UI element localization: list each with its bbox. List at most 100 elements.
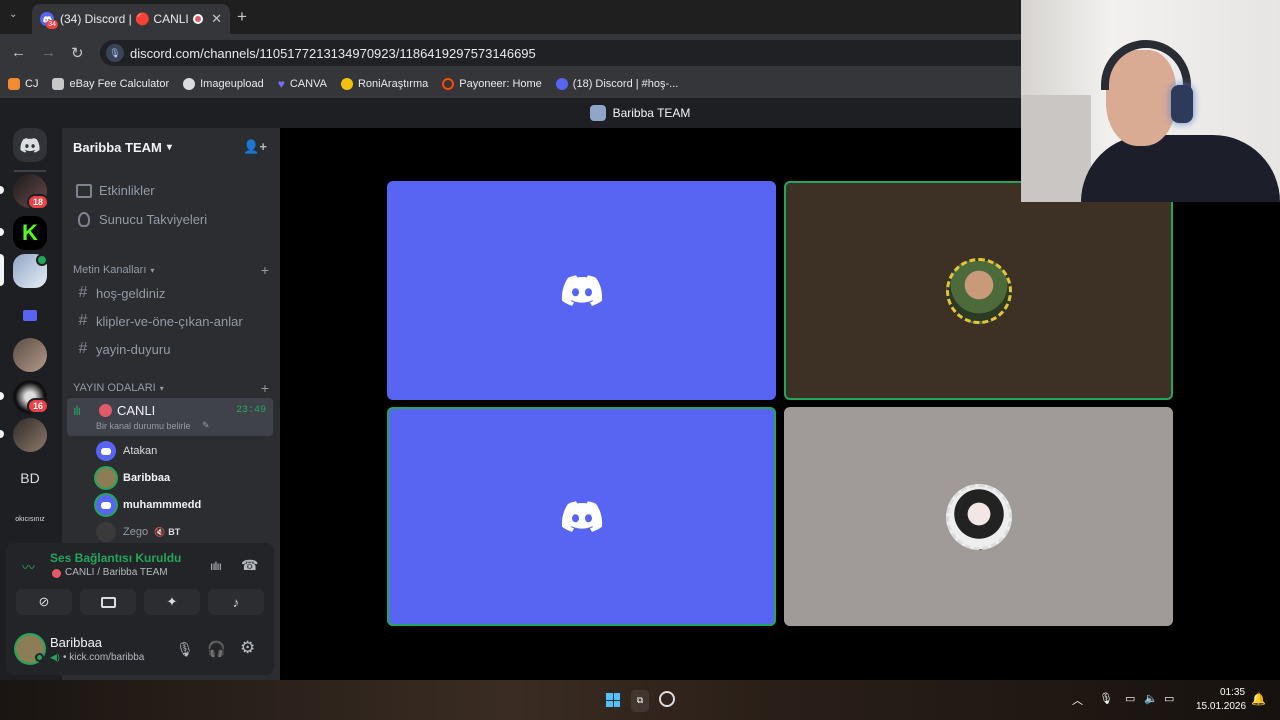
voice-status[interactable]: Ses Bağlantısı Kuruldu bbox=[50, 551, 181, 565]
window-title: Baribba TEAM bbox=[612, 106, 691, 120]
tab-search-icon[interactable]: ⌄ bbox=[9, 9, 17, 20]
notification-icon[interactable]: 🔔 bbox=[1251, 692, 1266, 706]
add-channel-icon[interactable]: + bbox=[261, 262, 269, 278]
camera-off-icon: ⊘ bbox=[38, 594, 50, 609]
add-channel-icon[interactable]: + bbox=[261, 380, 269, 396]
category-text-channels[interactable]: Metin Kanalları ▾ + bbox=[73, 262, 269, 278]
task-view-icon[interactable]: ⧉ bbox=[631, 690, 649, 712]
user-status-text: • kick.com/baribba bbox=[63, 652, 145, 663]
site-info-icon[interactable]: 🎙 bbox=[106, 44, 124, 62]
settings-gear-icon[interactable]: ⚙ bbox=[240, 638, 255, 658]
voice-channel-canli[interactable]: ılı CANLI 23:49 Bir kanal durumu belirle… bbox=[67, 398, 273, 436]
close-tab-icon[interactable]: ✕ bbox=[211, 11, 222, 27]
voice-member-zego[interactable]: Zego 🔇 BT bbox=[96, 522, 180, 542]
voice-member-baribbaa[interactable]: Baribbaa bbox=[96, 468, 170, 488]
member-tag: BT bbox=[168, 527, 181, 537]
discord-logo-icon bbox=[561, 274, 602, 306]
unread-pill bbox=[0, 430, 4, 438]
new-tab-button[interactable]: + bbox=[237, 7, 247, 27]
discord-icon bbox=[555, 78, 568, 90]
server-icon bbox=[589, 105, 606, 121]
username[interactable]: Baribbaa bbox=[50, 635, 102, 650]
headphones-icon[interactable]: 🎧 bbox=[207, 640, 226, 658]
forward-arrow-icon[interactable]: → bbox=[41, 44, 56, 61]
server-avatar-3[interactable] bbox=[13, 418, 47, 452]
network-icon[interactable]: ▭ bbox=[1125, 692, 1135, 705]
user-panel: Baribbaa ◀) • kick.com/baribba 🎙 🎧 ⚙ bbox=[6, 623, 274, 675]
battery-icon[interactable]: ▭ bbox=[1164, 692, 1174, 705]
server-bd[interactable]: BD bbox=[13, 461, 47, 495]
member-avatar bbox=[96, 441, 116, 461]
channel-hos-geldiniz[interactable]: # hoş-geldiniz bbox=[72, 284, 272, 302]
kick-server-icon[interactable]: K bbox=[13, 216, 47, 250]
tab-discord[interactable]: 34 (34) Discord | 🔴 CANLI | B ✕ bbox=[32, 4, 230, 34]
signal-icon[interactable]: 〰 bbox=[22, 557, 35, 576]
webcam-earcup bbox=[1171, 85, 1193, 123]
channel-yayin-duyuru[interactable]: # yayin-duyuru bbox=[72, 340, 272, 358]
microphone-icon[interactable]: 🎙 bbox=[176, 641, 194, 658]
activities-button[interactable]: ✦ bbox=[144, 589, 200, 615]
selected-pill bbox=[0, 254, 4, 286]
bookmark-payoneer[interactable]: Payoneer: Home bbox=[442, 78, 542, 90]
pencil-icon[interactable]: ✎ bbox=[202, 420, 210, 431]
server-name: Baribba TEAM bbox=[73, 139, 162, 155]
bookmark-discord-hos[interactable]: (18) Discord | #hoş-... bbox=[555, 78, 678, 90]
online-status-icon bbox=[35, 653, 44, 662]
disconnect-icon[interactable]: ☎ bbox=[241, 557, 258, 574]
channel-klipler[interactable]: # klipler-ve-öne-çıkan-anlar bbox=[72, 312, 272, 330]
mention-badge: 18 bbox=[27, 194, 50, 210]
clock-time[interactable]: 01:35 bbox=[1220, 687, 1245, 698]
reload-icon[interactable]: ↻ bbox=[71, 44, 84, 62]
back-arrow-icon[interactable]: ← bbox=[11, 44, 26, 61]
server-header[interactable]: Baribba TEAM ▾ 👤+ bbox=[62, 128, 280, 166]
discord-home-icon bbox=[20, 137, 40, 153]
soundboard-button[interactable]: ♪ bbox=[208, 589, 264, 615]
discord-favicon-icon: 34 bbox=[40, 12, 58, 29]
invite-people-icon[interactable]: 👤+ bbox=[243, 139, 267, 155]
bookmark-roniarastirma[interactable]: RoniAraştırma bbox=[340, 78, 428, 90]
app-icon[interactable] bbox=[659, 691, 675, 707]
server-folder-icon[interactable] bbox=[13, 298, 47, 332]
noise-suppression-icon[interactable]: ıılıı bbox=[210, 559, 222, 573]
chevron-down-icon: ▾ bbox=[159, 383, 164, 393]
pacman-icon bbox=[340, 78, 353, 90]
video-tile-2[interactable] bbox=[784, 181, 1173, 400]
recording-icon bbox=[193, 14, 204, 24]
mic-tray-icon[interactable]: 🎙 bbox=[1099, 692, 1113, 705]
cj-icon bbox=[8, 78, 20, 90]
voice-member-muhammmedd[interactable]: muhammmedd bbox=[96, 495, 201, 515]
chevron-up-icon[interactable]: ︿ bbox=[1072, 692, 1083, 708]
volume-icon[interactable]: 🔈 bbox=[1144, 692, 1158, 705]
bookmark-canva[interactable]: ♥ CANVA bbox=[278, 77, 327, 91]
red-circle-icon bbox=[52, 569, 61, 578]
server-avatar-2[interactable] bbox=[13, 338, 47, 372]
windows-start-icon[interactable] bbox=[606, 693, 620, 707]
voice-member-atakan[interactable]: Atakan bbox=[96, 441, 157, 461]
chevron-down-icon: ▾ bbox=[150, 265, 155, 275]
webcam-chair bbox=[1021, 95, 1091, 202]
boost-gem-icon bbox=[78, 212, 90, 227]
server-okicisiniz[interactable]: okıcısınız bbox=[13, 502, 47, 536]
voice-stage bbox=[280, 128, 1280, 680]
category-yayin-odalari[interactable]: YAYIN ODALARI ▾ + bbox=[73, 380, 269, 396]
unread-pill bbox=[0, 392, 4, 400]
bookmark-ebay-fee-calculator[interactable]: eBay Fee Calculator bbox=[52, 78, 169, 90]
server-boosts-item[interactable]: Sunucu Takviyeleri bbox=[72, 212, 272, 227]
participant-avatar bbox=[945, 257, 1012, 324]
voice-wave-icon: ılı bbox=[73, 403, 81, 418]
video-tile-1[interactable] bbox=[387, 181, 776, 400]
chevron-down-icon: ▾ bbox=[166, 141, 172, 153]
direct-messages-button[interactable] bbox=[13, 128, 47, 162]
clock-date[interactable]: 15.01.2026 bbox=[1196, 701, 1246, 712]
voice-timer: 23:49 bbox=[235, 405, 266, 416]
screen-share-button[interactable] bbox=[80, 589, 136, 615]
bookmark-cj[interactable]: CJ bbox=[8, 78, 38, 90]
video-tile-4[interactable] bbox=[784, 407, 1173, 626]
voice-location[interactable]: CANLI / Baribba TEAM bbox=[65, 567, 168, 578]
channel-status[interactable]: Bir kanal durumu belirle bbox=[96, 421, 191, 431]
calendar-icon bbox=[76, 183, 92, 198]
bookmark-imageupload[interactable]: Imageupload bbox=[183, 78, 264, 90]
camera-off-button[interactable]: ⊘ bbox=[16, 589, 72, 615]
video-tile-3[interactable] bbox=[387, 407, 776, 626]
events-item[interactable]: Etkinlikler bbox=[72, 183, 272, 198]
